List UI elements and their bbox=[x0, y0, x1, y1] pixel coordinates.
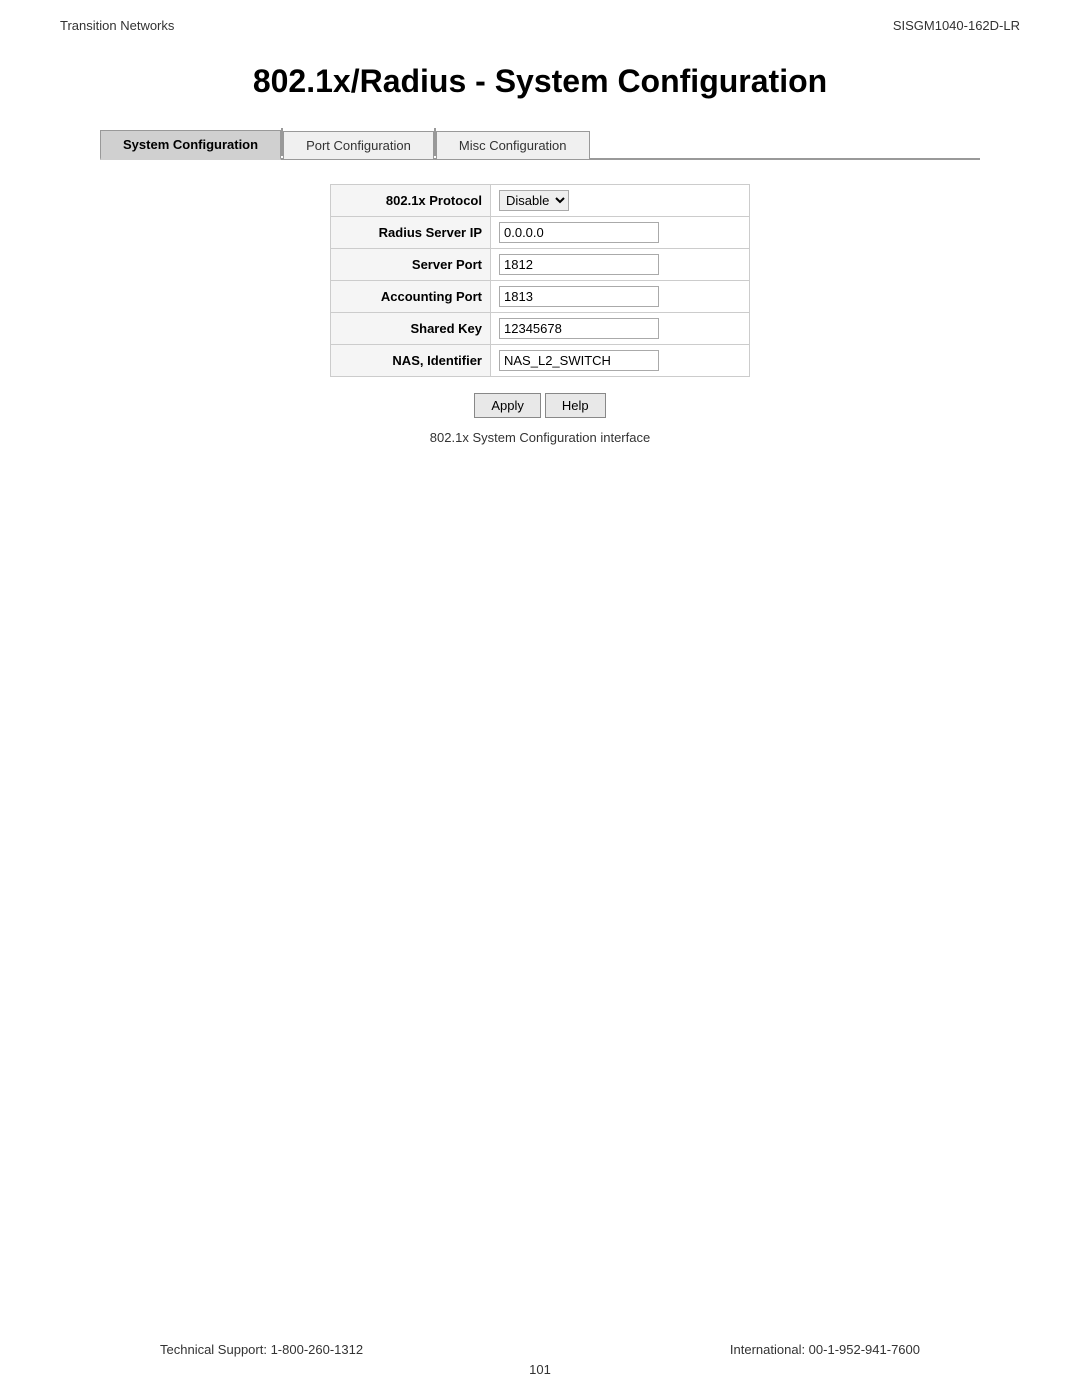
label-radius-ip: Radius Server IP bbox=[331, 217, 491, 249]
footer: Technical Support: 1-800-260-1312 Intern… bbox=[0, 1342, 1080, 1357]
tab-misc-configuration[interactable]: Misc Configuration bbox=[436, 131, 590, 160]
label-shared-key: Shared Key bbox=[331, 313, 491, 345]
shared-key-input[interactable] bbox=[499, 318, 659, 339]
tabs-container: System Configuration Port Configuration … bbox=[100, 128, 980, 160]
button-row: Apply Help bbox=[100, 393, 980, 418]
table-row-protocol: 802.1x Protocol Disable Enable bbox=[331, 185, 750, 217]
tab-system-configuration[interactable]: System Configuration bbox=[100, 130, 281, 160]
form-caption: 802.1x System Configuration interface bbox=[100, 430, 980, 445]
header-left: Transition Networks bbox=[60, 18, 174, 33]
table-row-shared-key: Shared Key bbox=[331, 313, 750, 345]
table-row-radius-ip: Radius Server IP bbox=[331, 217, 750, 249]
accounting-port-input[interactable] bbox=[499, 286, 659, 307]
label-protocol: 802.1x Protocol bbox=[331, 185, 491, 217]
protocol-select[interactable]: Disable Enable bbox=[499, 190, 569, 211]
label-nas-identifier: NAS, Identifier bbox=[331, 345, 491, 377]
footer-right: International: 00-1-952-941-7600 bbox=[730, 1342, 920, 1357]
label-accounting-port: Accounting Port bbox=[331, 281, 491, 313]
apply-button[interactable]: Apply bbox=[474, 393, 541, 418]
server-port-input[interactable] bbox=[499, 254, 659, 275]
table-row-accounting-port: Accounting Port bbox=[331, 281, 750, 313]
help-button[interactable]: Help bbox=[545, 393, 606, 418]
label-server-port: Server Port bbox=[331, 249, 491, 281]
tab-port-configuration[interactable]: Port Configuration bbox=[283, 131, 434, 160]
nas-identifier-input[interactable] bbox=[499, 350, 659, 371]
table-row-nas-identifier: NAS, Identifier bbox=[331, 345, 750, 377]
header: Transition Networks SISGM1040-162D-LR bbox=[0, 0, 1080, 33]
main-content: 802.1x Protocol Disable Enable Radius Se… bbox=[100, 184, 980, 445]
page-number: 101 bbox=[529, 1362, 551, 1377]
config-form-table: 802.1x Protocol Disable Enable Radius Se… bbox=[330, 184, 750, 377]
footer-left: Technical Support: 1-800-260-1312 bbox=[160, 1342, 363, 1357]
header-right: SISGM1040-162D-LR bbox=[893, 18, 1020, 33]
page-title: 802.1x/Radius - System Configuration bbox=[0, 63, 1080, 100]
table-row-server-port: Server Port bbox=[331, 249, 750, 281]
radius-server-ip-input[interactable] bbox=[499, 222, 659, 243]
